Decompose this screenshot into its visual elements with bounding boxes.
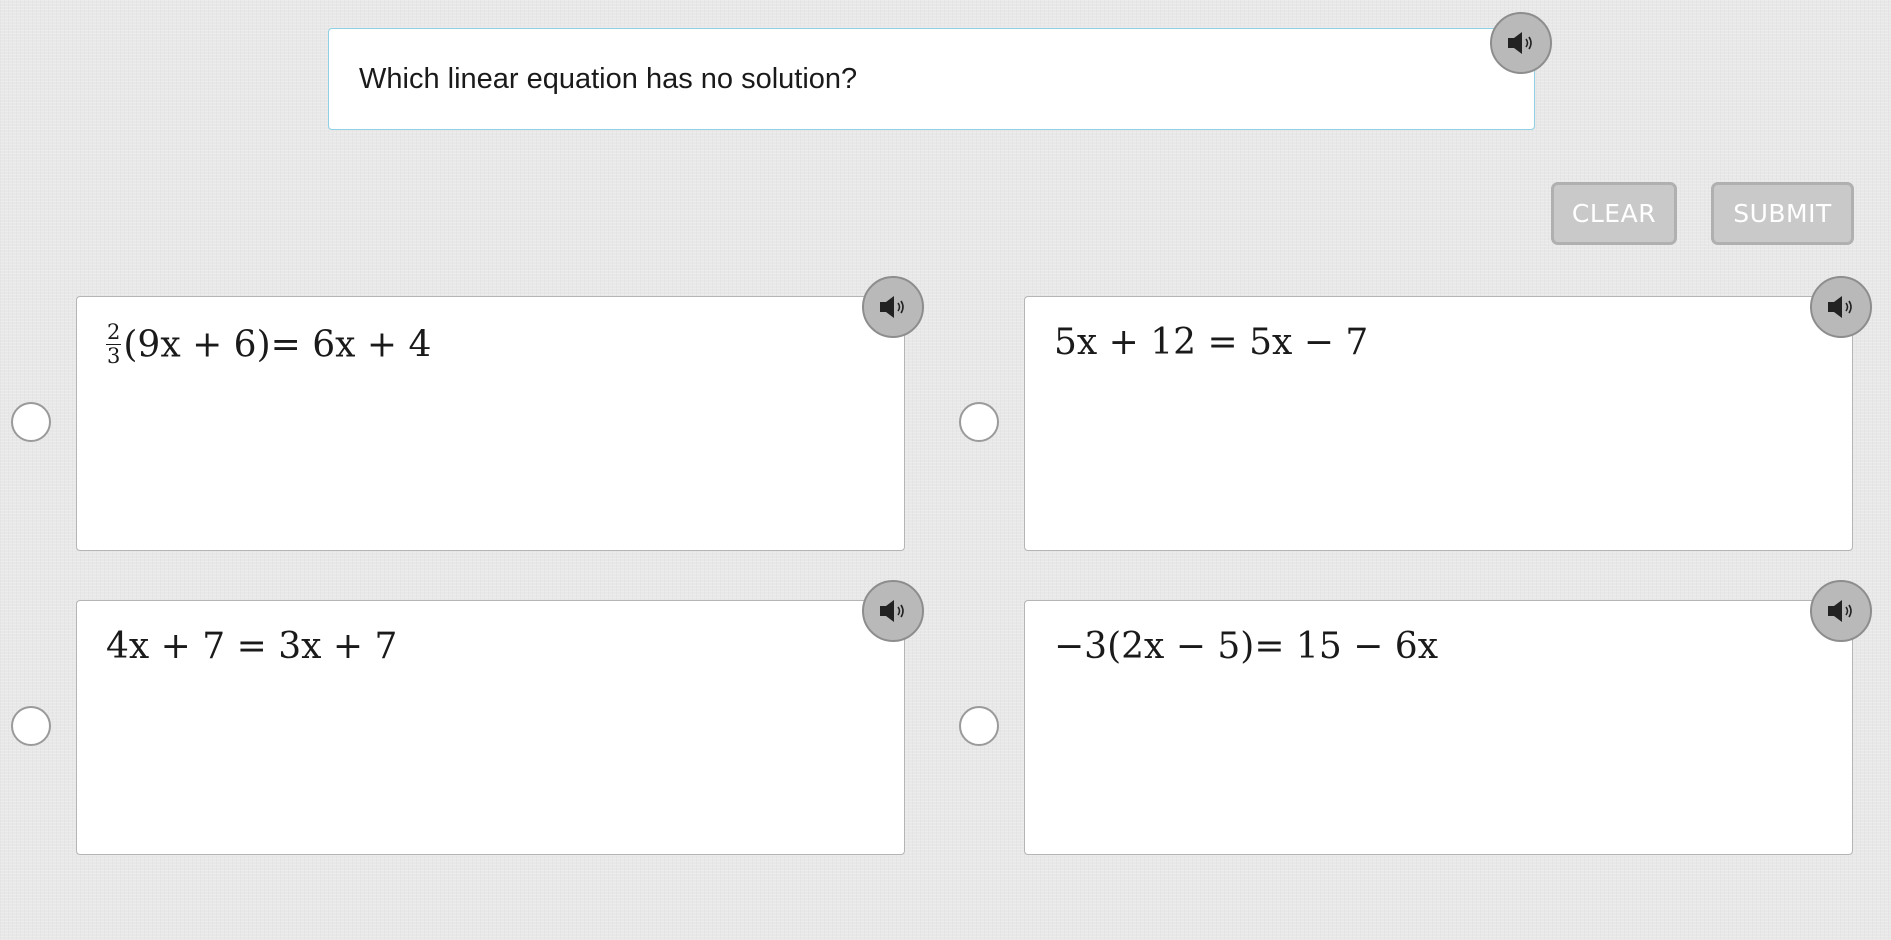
speaker-icon [1506, 30, 1536, 56]
question-text: Which linear equation has no solution? [359, 63, 858, 95]
speaker-icon [1826, 598, 1856, 624]
answer-option-3[interactable]: 4x + 7 = 3x + 7 [76, 600, 905, 855]
option-4-radio[interactable] [959, 706, 999, 746]
option-1-equation-text: (9x + 6)= 6x + 4 [123, 324, 432, 366]
option-3-audio-button[interactable] [862, 580, 924, 642]
fraction-denominator: 3 [107, 344, 121, 368]
option-2-radio[interactable] [959, 402, 999, 442]
speaker-icon [878, 598, 908, 624]
option-1-audio-button[interactable] [862, 276, 924, 338]
question-audio-button[interactable] [1490, 12, 1552, 74]
question-prompt: Which linear equation has no solution? [328, 28, 1535, 130]
fraction-numerator: 2 [106, 320, 122, 345]
option-4-equation: −3(2x − 5)= 15 − 6x [1054, 626, 1438, 667]
speaker-icon [878, 294, 908, 320]
clear-button[interactable]: CLEAR [1551, 182, 1677, 245]
option-2-audio-button[interactable] [1810, 276, 1872, 338]
answer-option-4[interactable]: −3(2x − 5)= 15 − 6x [1024, 600, 1853, 855]
submit-button[interactable]: SUBMIT [1711, 182, 1854, 245]
answer-option-1[interactable]: 2 3 (9x + 6)= 6x + 4 [76, 296, 905, 551]
answer-option-2[interactable]: 5x + 12 = 5x − 7 [1024, 296, 1853, 551]
option-1-radio[interactable] [11, 402, 51, 442]
option-1-fraction: 23 [106, 320, 122, 368]
option-1-equation: 2 3 (9x + 6)= 6x + 4 [106, 320, 432, 370]
option-3-radio[interactable] [11, 706, 51, 746]
option-3-equation: 4x + 7 = 3x + 7 [106, 626, 398, 667]
option-4-audio-button[interactable] [1810, 580, 1872, 642]
speaker-icon [1826, 294, 1856, 320]
option-2-equation: 5x + 12 = 5x − 7 [1054, 322, 1369, 363]
